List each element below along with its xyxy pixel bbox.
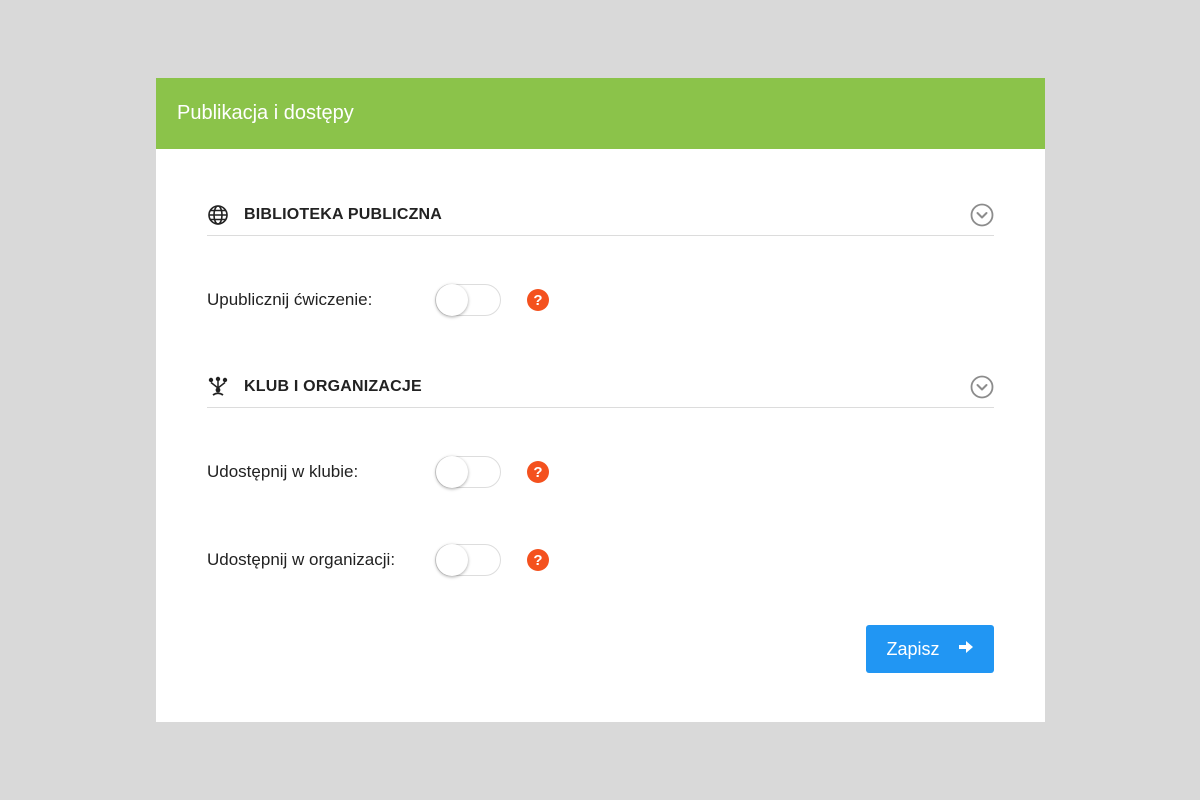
publish-exercise-toggle[interactable] [435, 284, 501, 316]
share-club-label: Udostępnij w klubie: [207, 462, 359, 481]
help-icon[interactable]: ? [527, 549, 549, 571]
arrow-right-icon [958, 639, 974, 660]
section-title-club-organizations: KLUB I ORGANIZACJE [244, 378, 422, 395]
share-organization-label: Udostępnij w organizacji: [207, 550, 396, 569]
chevron-down-icon[interactable] [970, 203, 994, 227]
section-title-public-library: BIBLIOTEKA PUBLICZNA [244, 206, 443, 223]
save-button[interactable]: Zapisz [866, 625, 994, 673]
toggle-knob [436, 284, 468, 316]
publication-card: Publikacja i dostępy BIBLIOTEKA PUBLICZN… [156, 78, 1045, 722]
save-button-label: Zapisz [886, 638, 940, 659]
toggle-knob [436, 544, 468, 576]
share-organization-toggle[interactable] [435, 544, 501, 576]
row-share-club: Udostępnij w klubie: ? [207, 455, 549, 489]
page-title: Publikacja i dostępy [177, 102, 354, 124]
globe-icon [207, 204, 229, 226]
row-share-organization: Udostępnij w organizacji: ? [207, 543, 549, 577]
section-public-library: BIBLIOTEKA PUBLICZNA [207, 195, 994, 236]
chevron-down-icon[interactable] [970, 375, 994, 399]
section-club-organizations: KLUB I ORGANIZACJE [207, 367, 994, 408]
share-club-toggle[interactable] [435, 456, 501, 488]
help-icon[interactable]: ? [527, 289, 549, 311]
row-publish-exercise: Upublicznij ćwiczenie: ? [207, 283, 549, 317]
help-icon[interactable]: ? [527, 461, 549, 483]
publish-exercise-label: Upublicznij ćwiczenie: [207, 290, 373, 309]
network-icon [207, 376, 229, 398]
toggle-knob [436, 456, 468, 488]
card-header: Publikacja i dostępy [156, 78, 1045, 149]
